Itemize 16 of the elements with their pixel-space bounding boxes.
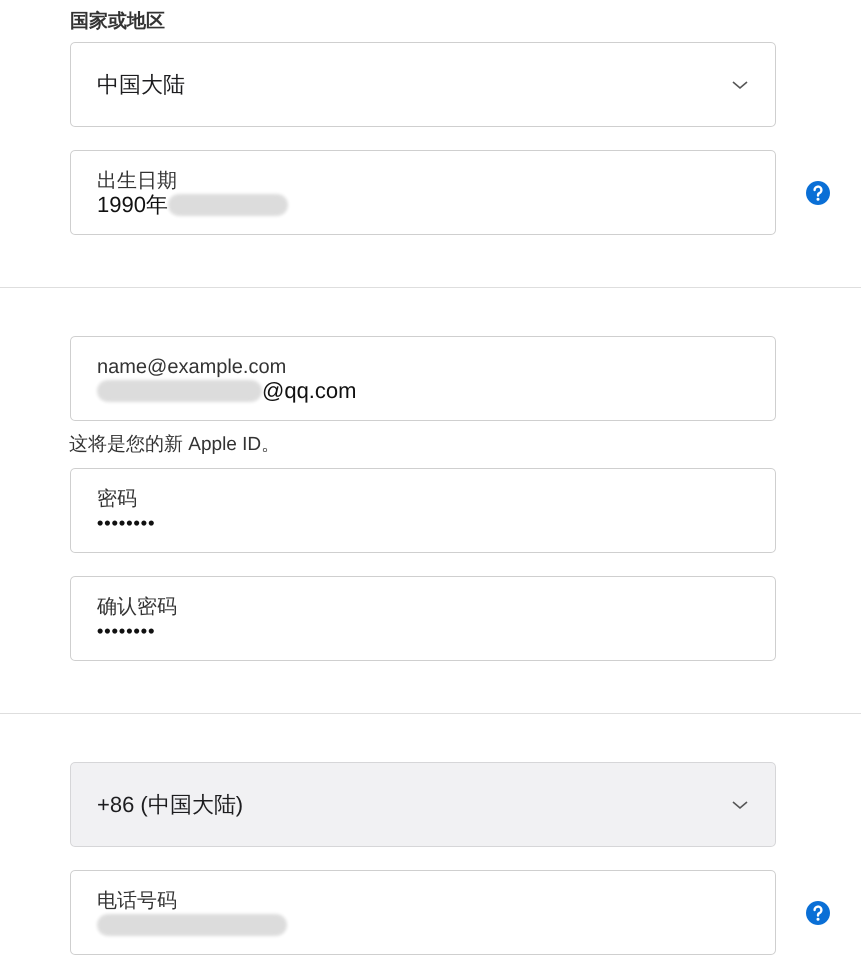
input-field[interactable]: 密码 •••••••• <box>70 468 776 553</box>
field-label: 国家或地区 <box>70 10 165 34</box>
help-icon[interactable] <box>805 180 831 206</box>
field-value: @qq.com <box>262 378 356 402</box>
help-text: 这将是您的新 Apple ID。 <box>69 433 282 457</box>
field-value: •••••••• <box>97 620 156 642</box>
input-field[interactable]: 电话号码 <box>70 870 776 955</box>
help-icon[interactable] <box>805 900 831 926</box>
chevron-down-icon <box>731 800 749 810</box>
input-field[interactable]: 确认密码 •••••••• <box>70 576 776 661</box>
field-value: 1990年 <box>97 192 168 216</box>
input-field[interactable]: name@example.com @qq.com <box>70 336 776 421</box>
input-field[interactable]: 出生日期 1990年 <box>70 150 776 235</box>
select-field[interactable]: 中国大陆 <box>70 42 776 127</box>
field-value: •••••••• <box>97 512 156 534</box>
chevron-down-icon <box>731 80 749 90</box>
